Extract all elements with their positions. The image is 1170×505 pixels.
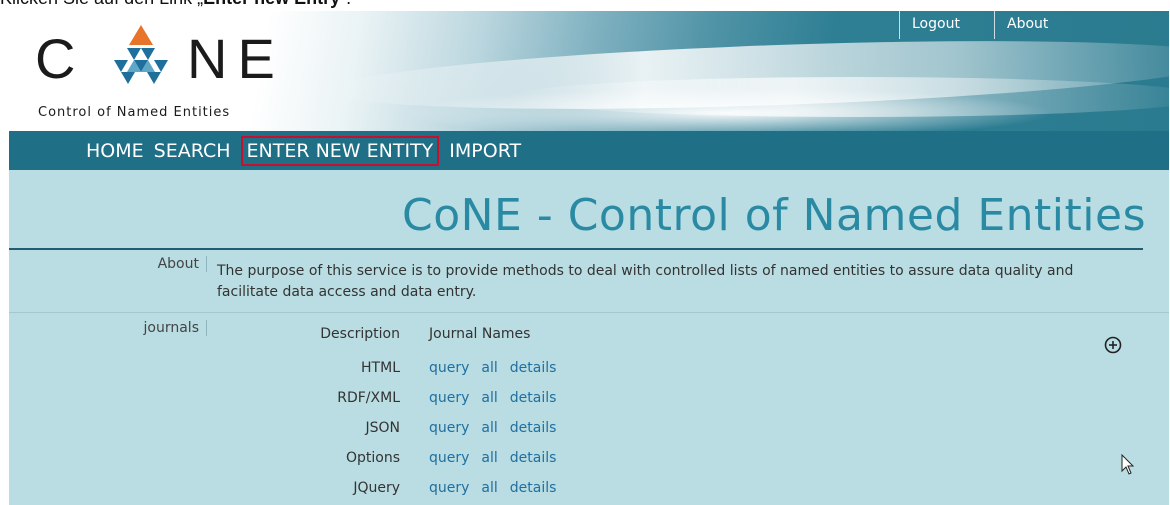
journal-names-column-header: Journal Names — [429, 326, 531, 342]
top-links: Logout About — [899, 11, 1089, 39]
format-links: query all details — [429, 450, 568, 466]
caption-prefix: Klicken Sie auf den Link „ — [0, 0, 203, 8]
nav-home[interactable]: HOME — [81, 136, 149, 166]
about-link[interactable]: About — [994, 11, 1089, 39]
caption-link-text: Enter new Entry — [203, 0, 340, 8]
logout-link[interactable]: Logout — [899, 11, 994, 39]
description-column-header: Description — [320, 326, 400, 342]
format-name: JSON — [365, 420, 400, 436]
page-title: CoNE - Control of Named Entities — [402, 190, 1146, 241]
all-link[interactable]: all — [481, 360, 497, 376]
format-links: query all details — [429, 420, 568, 436]
site-header: C NE Control of Named Entities Logout Ab… — [9, 11, 1169, 131]
all-link[interactable]: all — [481, 420, 497, 436]
format-name: JQuery — [353, 480, 400, 496]
all-link[interactable]: all — [481, 390, 497, 406]
all-link[interactable]: all — [481, 450, 497, 466]
about-label: About — [157, 256, 199, 272]
format-row: RDF/XML query all details — [9, 390, 1009, 410]
main-nav: HOME SEARCH ENTER NEW ENTITY IMPORT — [9, 131, 1169, 170]
label-divider — [206, 256, 207, 272]
details-link[interactable]: details — [510, 450, 557, 466]
format-links: query all details — [429, 390, 568, 406]
logo-letter-c: C — [35, 27, 86, 90]
header-decoration — [509, 77, 1169, 117]
main-content: CoNE - Control of Named Entities About T… — [9, 170, 1169, 505]
query-link[interactable]: query — [429, 480, 469, 496]
details-link[interactable]: details — [510, 390, 557, 406]
logo-letters-ne: NE — [187, 27, 285, 90]
format-row: JQuery query all details — [9, 480, 1009, 500]
about-text: The purpose of this service is to provid… — [217, 263, 1074, 300]
instruction-caption: Klicken Sie auf den Link „Enter new Entr… — [0, 0, 351, 10]
all-link[interactable]: all — [481, 480, 497, 496]
query-link[interactable]: query — [429, 360, 469, 376]
logo-tagline: Control of Named Entities — [38, 105, 231, 120]
format-row: Options query all details — [9, 450, 1009, 470]
format-links: query all details — [429, 480, 568, 496]
query-link[interactable]: query — [429, 390, 469, 406]
query-link[interactable]: query — [429, 450, 469, 466]
format-row: JSON query all details — [9, 420, 1009, 440]
format-name: HTML — [361, 360, 400, 376]
format-row: HTML query all details — [9, 360, 1009, 380]
nav-enter-new-entity[interactable]: ENTER NEW ENTITY — [240, 135, 440, 166]
query-link[interactable]: query — [429, 420, 469, 436]
details-link[interactable]: details — [510, 360, 557, 376]
about-row: About The purpose of this service is to … — [9, 250, 1169, 313]
caption-suffix: “. — [340, 0, 351, 8]
nav-import[interactable]: IMPORT — [444, 136, 526, 166]
formats-header: Description Journal Names — [9, 326, 1009, 346]
details-link[interactable]: details — [510, 420, 557, 436]
format-name: Options — [345, 450, 400, 466]
circle-plus-icon[interactable] — [1103, 335, 1123, 355]
nav-search[interactable]: SEARCH — [149, 136, 236, 166]
format-name: RDF/XML — [337, 390, 400, 406]
cone-logo-icon — [114, 25, 168, 84]
format-links: query all details — [429, 360, 568, 376]
details-link[interactable]: details — [510, 480, 557, 496]
mouse-cursor-icon — [1121, 454, 1135, 475]
